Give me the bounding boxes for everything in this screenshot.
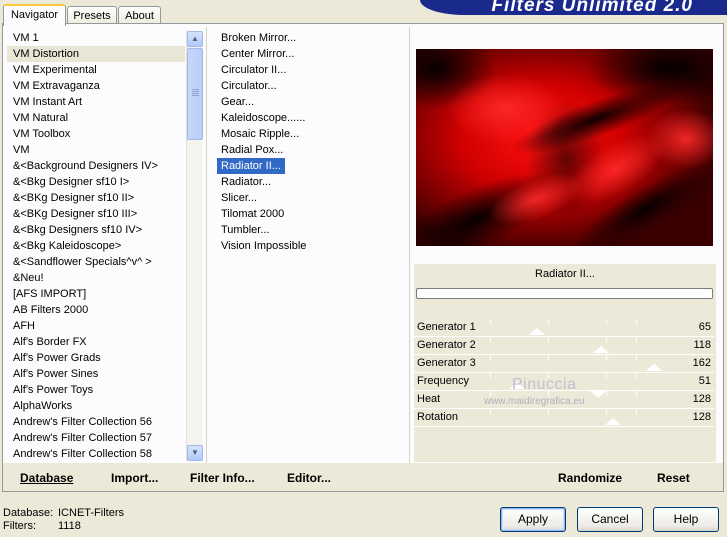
param-slider[interactable] — [470, 409, 640, 427]
param-label: Frequency — [417, 375, 469, 387]
scroll-up-icon[interactable]: ▲ — [187, 31, 203, 47]
slider-thumb-icon[interactable] — [590, 391, 606, 398]
randomize-button[interactable]: Randomize — [558, 471, 622, 485]
param-row-generator-1[interactable]: Generator 1 65 — [414, 319, 714, 337]
category-item[interactable]: VM Distortion — [7, 46, 185, 62]
param-row-rotation[interactable]: Rotation 128 — [414, 409, 714, 427]
scroll-down-icon[interactable]: ▼ — [187, 445, 203, 461]
tab-navigator[interactable]: Navigator — [3, 4, 66, 26]
filter-info-button[interactable]: Filter Info... — [190, 471, 255, 485]
category-item[interactable]: Andrew's Filter Collection 56 — [7, 414, 185, 430]
filter-item[interactable]: Kaleidoscope...... — [217, 110, 309, 126]
filter-list[interactable]: Broken Mirror... Center Mirror... Circulat… — [217, 30, 407, 270]
param-value: 162 — [692, 357, 711, 369]
status-filters: Filters: 1118 — [3, 520, 81, 532]
category-item[interactable]: &<Sandflower Specials^v^ > — [7, 254, 185, 270]
category-item[interactable]: &<BKg Designer sf10 II> — [7, 190, 185, 206]
param-label: Generator 1 — [417, 321, 476, 333]
category-item[interactable]: AlphaWorks — [7, 398, 185, 414]
apply-button[interactable]: Apply — [500, 507, 566, 532]
filter-item[interactable]: Radial Pox... — [217, 142, 287, 158]
import-button[interactable]: Import... — [111, 471, 158, 485]
filter-item[interactable]: Circulator... — [217, 78, 281, 94]
category-item[interactable]: VM Experimental — [7, 62, 185, 78]
category-item[interactable]: Alf's Power Sines — [7, 366, 185, 382]
status-filters-label: Filters: — [3, 520, 36, 532]
category-item[interactable]: Alf's Power Toys — [7, 382, 185, 398]
reset-button[interactable]: Reset — [657, 471, 690, 485]
watermark-name: Pinuccia — [512, 376, 577, 393]
selected-filter-name: Radiator II... — [535, 268, 595, 280]
status-database-label: Database: — [3, 507, 54, 519]
param-value: 65 — [698, 321, 711, 333]
filter-item[interactable]: Tumbler... — [217, 222, 274, 238]
param-value: 51 — [698, 375, 711, 387]
category-item[interactable]: AFH — [7, 318, 185, 334]
category-item[interactable]: &<BKg Designer sf10 III> — [7, 206, 185, 222]
slider-thumb-icon[interactable] — [646, 364, 662, 371]
status-database-value: ICNET-Filters — [58, 507, 124, 519]
filter-item[interactable]: Center Mirror... — [217, 46, 298, 62]
filter-item[interactable]: Tilomat 2000 — [217, 206, 288, 222]
category-item[interactable]: VM 1 — [7, 30, 185, 46]
filter-item[interactable]: Slicer... — [217, 190, 261, 206]
divider — [206, 27, 207, 463]
filter-item[interactable]: Broken Mirror... — [217, 30, 300, 46]
category-item[interactable]: Alf's Power Grads — [7, 350, 185, 366]
filter-item[interactable]: Circulator II... — [217, 62, 290, 78]
category-item[interactable]: &<Bkg Kaleidoscope> — [7, 238, 185, 254]
param-value: 118 — [693, 339, 711, 351]
title-banner: Filters Unlimited 2.0 — [420, 0, 727, 15]
param-slider[interactable] — [470, 319, 640, 337]
param-row-generator-3[interactable]: Generator 3 162 — [414, 355, 714, 373]
category-item[interactable]: VM — [7, 142, 185, 158]
param-value: 128 — [692, 411, 711, 423]
param-label: Generator 3 — [417, 357, 476, 369]
category-item[interactable]: &<Bkg Designers sf10 IV> — [7, 222, 185, 238]
editor-button[interactable]: Editor... — [287, 471, 331, 485]
param-row-generator-2[interactable]: Generator 2 118 — [414, 337, 714, 355]
category-item[interactable]: &<Background Designers IV> — [7, 158, 185, 174]
slider-thumb-icon[interactable] — [605, 418, 621, 425]
filter-item[interactable]: Gear... — [217, 94, 258, 110]
database-button[interactable]: Database — [20, 471, 73, 485]
status-database: Database: ICNET-Filters — [3, 507, 124, 519]
status-filters-value: 1118 — [58, 520, 81, 532]
category-item[interactable]: VM Natural — [7, 110, 185, 126]
category-item[interactable]: AB Filters 2000 — [7, 302, 185, 318]
app-title: Filters Unlimited 2.0 — [491, 0, 693, 15]
param-slider[interactable] — [470, 355, 662, 373]
category-item[interactable]: Andrew's Filter Collection 57 — [7, 430, 185, 446]
category-item[interactable]: Alf's Border FX — [7, 334, 185, 350]
slider-thumb-icon[interactable] — [529, 328, 545, 335]
slider-thumb-icon[interactable] — [593, 346, 609, 353]
category-item[interactable]: VM Extravaganza — [7, 78, 185, 94]
param-value: 128 — [692, 393, 711, 405]
category-item[interactable]: VM Toolbox — [7, 126, 185, 142]
filter-item[interactable]: Vision Impossible — [217, 238, 310, 254]
filter-item[interactable]: Radiator... — [217, 174, 275, 190]
preview-image — [416, 49, 713, 246]
help-button[interactable]: Help — [653, 507, 719, 532]
cancel-button[interactable]: Cancel — [577, 507, 643, 532]
scroll-thumb[interactable] — [187, 48, 203, 140]
filter-item[interactable]: Mosaic Ripple... — [217, 126, 303, 142]
category-list[interactable]: VM 1 VM Distortion VM Experimental VM Extra… — [7, 30, 185, 462]
category-item[interactable]: VM Instant Art — [7, 94, 185, 110]
category-item[interactable]: &<Bkg Designer sf10 I> — [7, 174, 185, 190]
param-label: Rotation — [417, 411, 458, 423]
filter-item[interactable]: Radiator II... — [217, 158, 285, 174]
param-slider[interactable] — [470, 337, 640, 355]
param-label: Heat — [417, 393, 441, 405]
param-label: Generator 2 — [417, 339, 476, 351]
category-item[interactable]: [AFS IMPORT] — [7, 286, 185, 302]
divider — [409, 27, 410, 463]
watermark-url: www.maidiregrafica.eu — [484, 396, 585, 407]
progress-bar — [416, 288, 713, 299]
category-item[interactable]: Andrew's Filter Collection 58 — [7, 446, 185, 462]
category-item[interactable]: &Neu! — [7, 270, 185, 286]
category-scrollbar[interactable]: ▲ ▼ — [186, 31, 203, 461]
